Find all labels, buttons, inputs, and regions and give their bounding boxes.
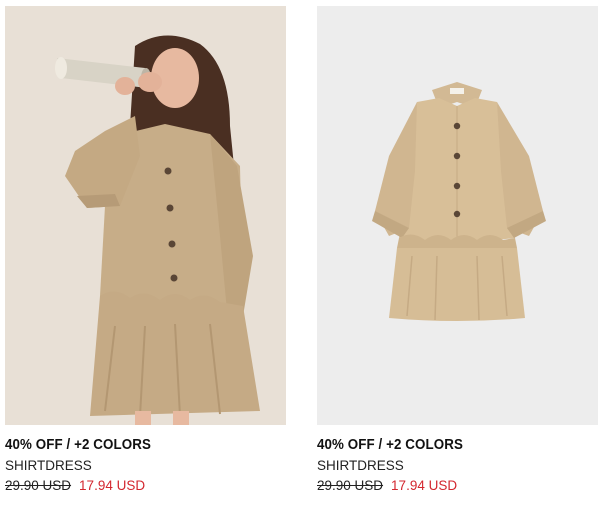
product-name-link[interactable]: SHIRTDRESS [317,458,404,473]
promo-label: 40% OFF / +2 COLORS [317,437,463,453]
product-image[interactable] [5,6,286,425]
product-card[interactable] [317,6,598,425]
price-row: 29.90 USD 17.94 USD [5,478,145,493]
original-price: 29.90 USD [317,478,384,493]
product-image[interactable] [317,6,598,425]
promo-label: 40% OFF / +2 COLORS [5,437,151,453]
product-name-link[interactable]: SHIRTDRESS [5,458,92,473]
price-row: 29.90 USD 17.94 USD [317,478,457,493]
original-price: 29.90 USD [5,478,72,493]
beige-shirtdress-product-flatlay-icon [317,6,598,425]
child-model-wearing-beige-shirtdress-icon [5,6,286,425]
product-card[interactable] [5,6,286,425]
sale-price: 17.94 USD [79,478,146,493]
sale-price: 17.94 USD [391,478,458,493]
